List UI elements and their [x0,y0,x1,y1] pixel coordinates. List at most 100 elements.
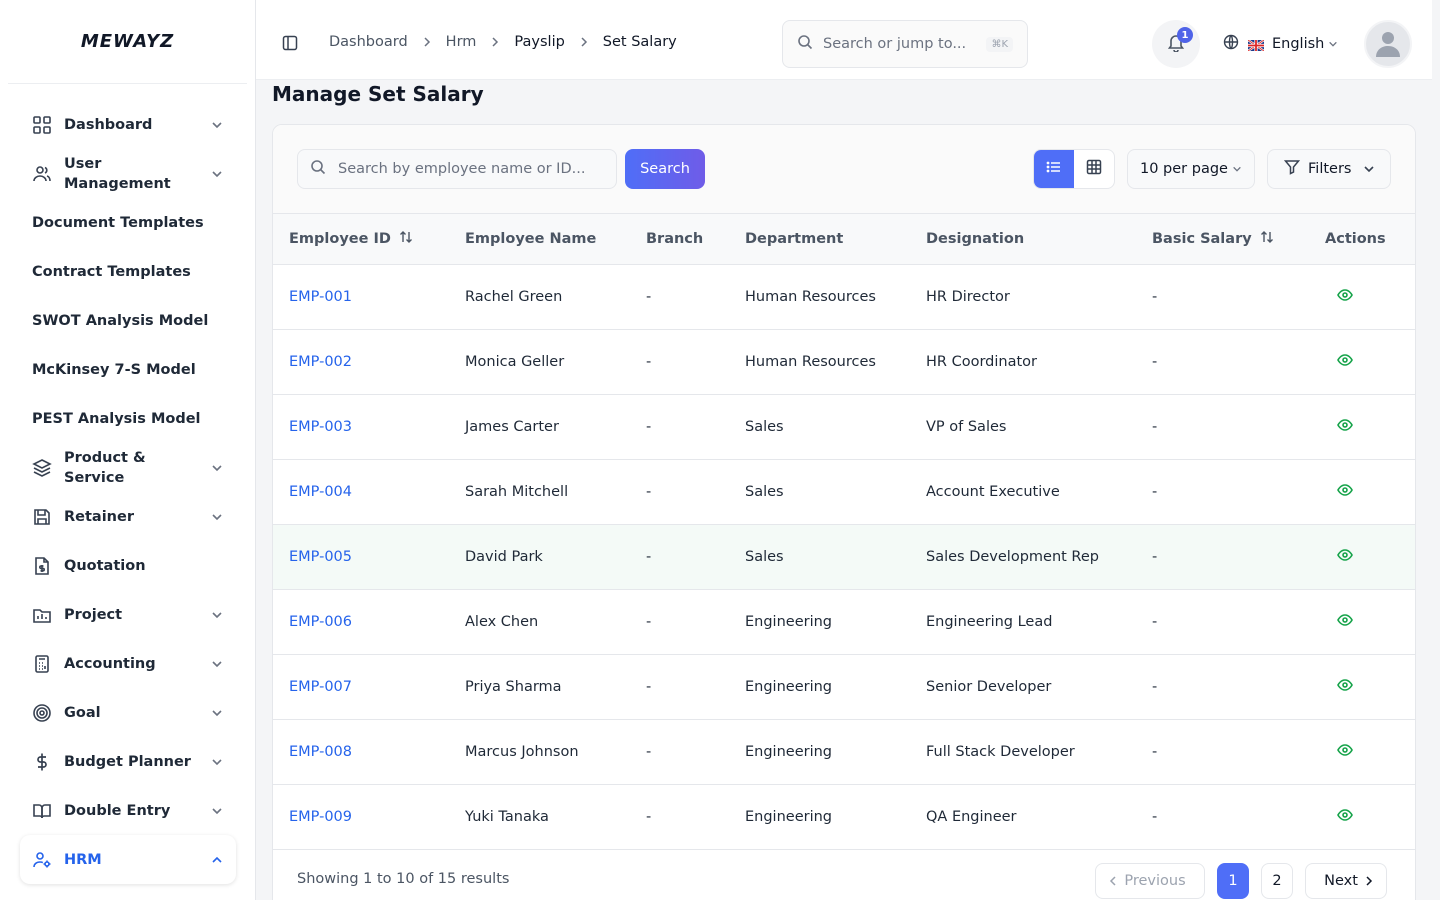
grid-view-button[interactable] [1074,150,1114,188]
previous-page-button[interactable]: Previous [1095,863,1205,899]
employee-id-link[interactable]: EMP-006 [273,589,449,654]
employee-name-cell: James Carter [465,418,559,435]
global-search[interactable]: Search or jump to... ⌘K [782,20,1028,68]
actions-cell [1309,654,1415,719]
column-header-basic-salary[interactable]: Basic Salary [1136,214,1309,265]
column-header-employee-id[interactable]: Employee ID [273,214,449,265]
save-icon [32,507,52,527]
next-page-button[interactable]: Next [1305,863,1387,899]
view-icon[interactable] [1337,547,1353,563]
actions-cell [1309,784,1415,849]
sidebar-item-project[interactable]: Project [20,590,236,639]
employee-id-link[interactable]: EMP-008 [273,719,449,784]
basic-salary-cell: - [1152,353,1158,370]
department-cell: Human Resources [745,288,876,305]
sidebar-item-pest[interactable]: PEST Analysis Model [20,394,236,443]
filters-button[interactable]: Filters [1267,149,1391,189]
employee-name-cell: Yuki Tanaka [465,808,549,825]
view-icon[interactable] [1337,287,1353,303]
basic-salary-cell: - [1152,678,1158,695]
view-icon[interactable] [1337,612,1353,628]
sidebar-item-goal[interactable]: Goal [20,688,236,737]
per-page-label: 10 per page [1140,161,1228,177]
sidebar-item-double-entry[interactable]: Double Entry [20,786,236,835]
designation-cell: HR Coordinator [926,353,1037,370]
department-cell: Sales [745,548,784,565]
search-button[interactable]: Search [625,149,705,189]
chevron-left-icon [1108,876,1118,886]
sidebar-item-retainer[interactable]: Retainer [20,492,236,541]
sidebar-item-quotation[interactable]: Quotation [20,541,236,590]
sidebar-item-label: Retainer [64,508,134,525]
sidebar-item-swot[interactable]: SWOT Analysis Model [20,296,236,345]
filter-icon [1283,159,1301,179]
sidebar-item-mckinsey[interactable]: McKinsey 7-S Model [20,345,236,394]
sidebar-item-hrm[interactable]: HRM [20,835,236,884]
basic-salary-cell: - [1152,418,1158,435]
notifications-button[interactable]: 1 [1152,20,1200,68]
page-2-button[interactable]: 2 [1261,863,1293,899]
table-body: EMP-001 Rachel Green - Human Resources HR Di… [273,264,1415,849]
employee-name-cell: Sarah Mitchell [465,483,569,500]
sidebar-item-label: PEST Analysis Model [32,410,201,427]
sidebar-item-contract-templates[interactable]: Contract Templates [20,247,236,296]
department-cell: Engineering [745,743,832,760]
sidebar-item-user-management[interactable]: User Management [20,149,236,198]
view-icon[interactable] [1337,417,1353,433]
employee-name-cell: Rachel Green [465,288,563,305]
department-cell: Sales [745,418,784,435]
branch-cell: - [646,613,652,630]
branch-cell: - [646,483,652,500]
employee-id-link[interactable]: EMP-001 [273,264,449,329]
view-icon[interactable] [1337,677,1353,693]
chevron-down-icon [210,804,224,818]
actions-cell [1309,524,1415,589]
sidebar-item-budget-planner[interactable]: Budget Planner [20,737,236,786]
employee-id-link[interactable]: EMP-002 [273,329,449,394]
column-header-actions: Actions [1309,214,1415,265]
employee-name-cell: Marcus Johnson [465,743,579,760]
view-icon[interactable] [1337,482,1353,498]
employee-id-link[interactable]: EMP-003 [273,394,449,459]
page-1-button[interactable]: 1 [1217,863,1249,899]
view-toggle [1033,149,1115,189]
per-page-select[interactable]: 10 per page [1127,149,1255,189]
employee-id-link[interactable]: EMP-004 [273,459,449,524]
sidebar-toggle-icon[interactable] [282,35,298,51]
chevron-down-icon [210,608,224,622]
salary-table: Employee ID Employee Name Branch Departm… [273,214,1415,850]
breadcrumb-dashboard[interactable]: Dashboard [329,34,408,50]
chevron-down-icon [210,167,224,181]
chevron-right-icon [579,37,589,47]
list-view-button[interactable] [1034,150,1074,188]
next-label: Next [1324,873,1358,889]
view-icon[interactable] [1337,742,1353,758]
actions-cell [1309,719,1415,784]
sidebar-item-product-service[interactable]: Product & Service [20,443,236,492]
logo[interactable]: MEWAYZ [8,0,247,84]
view-icon[interactable] [1337,352,1353,368]
breadcrumb-payslip[interactable]: Payslip [514,34,564,50]
chevron-right-icon [1364,876,1374,886]
designation-cell: QA Engineer [926,808,1017,825]
employee-id-link[interactable]: EMP-005 [273,524,449,589]
avatar[interactable] [1364,20,1412,68]
employee-name-cell: Alex Chen [465,613,539,630]
breadcrumb-hrm[interactable]: Hrm [446,34,477,50]
grid-icon [32,115,52,135]
view-icon[interactable] [1337,807,1353,823]
sidebar-item-accounting[interactable]: Accounting [20,639,236,688]
employee-id-link[interactable]: EMP-009 [273,784,449,849]
sidebar-item-document-templates[interactable]: Document Templates [20,198,236,247]
employee-search-input[interactable] [338,161,598,177]
employee-name-cell: David Park [465,548,543,565]
language-selector[interactable]: English [1223,34,1338,54]
employee-id-link[interactable]: EMP-007 [273,654,449,719]
employee-name-cell: Priya Sharma [465,678,562,695]
department-cell: Sales [745,483,784,500]
chevron-down-icon [210,510,224,524]
book-icon [32,801,52,821]
sidebar-item-dashboard[interactable]: Dashboard [20,100,236,149]
list-icon [1046,159,1062,179]
column-header-branch: Branch [630,214,729,265]
